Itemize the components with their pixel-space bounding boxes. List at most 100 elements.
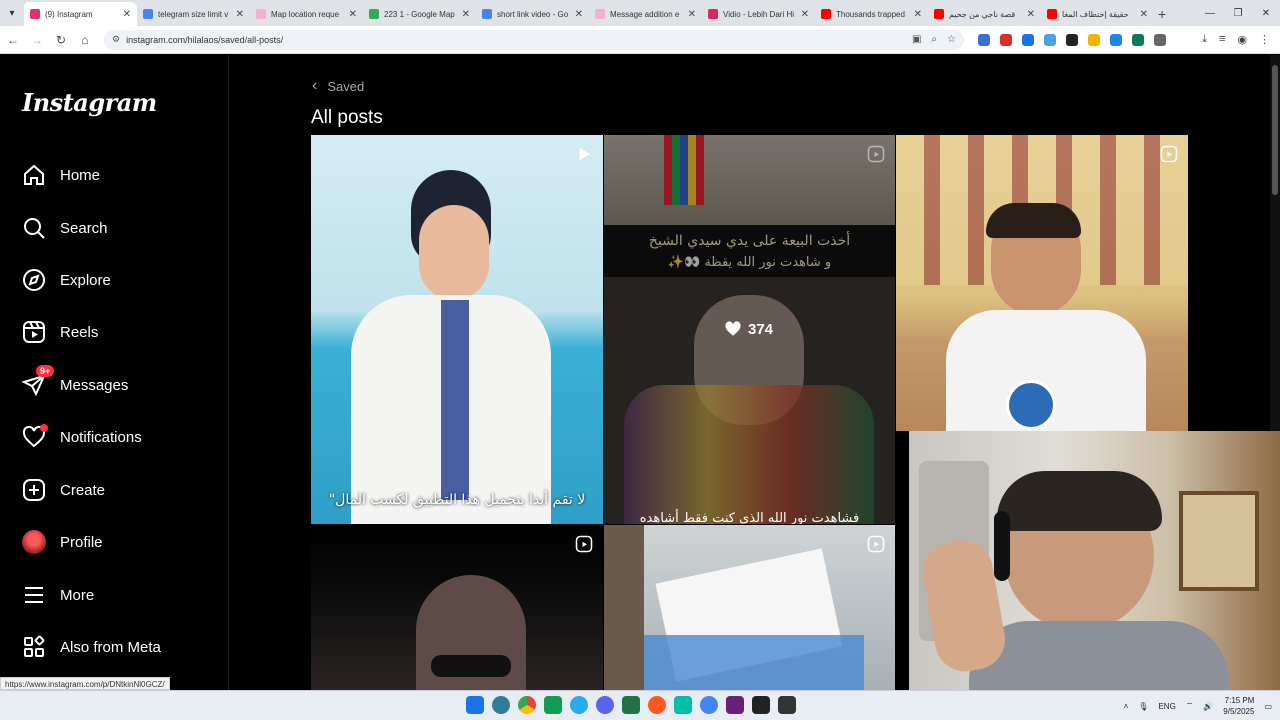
browser-tab[interactable]: Map location reque ✕ [250, 2, 363, 26]
chrome-icon[interactable] [518, 696, 536, 714]
tab-close-icon[interactable]: ✕ [349, 9, 357, 20]
new-tab-button[interactable]: + [1158, 2, 1166, 26]
browser-menu-icon[interactable]: ⋮ [1259, 33, 1270, 46]
restore-icon[interactable]: ❐ [1224, 0, 1252, 26]
browser-tab[interactable]: 223 1 - Google Map ✕ [363, 2, 476, 26]
post-tile-hovered[interactable]: أخذت البيعة على يدي سيدي الشيخ و شاهدت ن… [604, 135, 895, 524]
minimize-icon[interactable]: — [1196, 0, 1224, 26]
browser-tab[interactable]: حقيقة إختطاف المغا ✕ [1041, 2, 1154, 26]
post-tile[interactable] [311, 525, 603, 690]
media-icon[interactable]: ≡ [1219, 33, 1225, 46]
tab-close-icon[interactable]: ✕ [688, 9, 696, 20]
sidebar-item-create[interactable]: Create [22, 475, 105, 505]
extension-icon[interactable] [1132, 33, 1144, 46]
telegram-icon[interactable] [570, 696, 588, 714]
clock-time: 7:15 PM [1224, 696, 1255, 705]
notification-center-icon[interactable]: ▭ [1264, 702, 1272, 711]
reels-icon [867, 535, 885, 553]
download-icon[interactable]: ⤓ [1202, 33, 1207, 46]
post-desk [634, 635, 864, 690]
sidebar-item-label: More [60, 586, 95, 604]
excel-icon[interactable] [622, 696, 640, 714]
sidebar-item-home[interactable]: Home [22, 160, 100, 190]
tab-search-icon[interactable]: ▾ [0, 0, 24, 26]
instagram-logo[interactable]: Instagram [22, 88, 157, 117]
tab-close-icon[interactable]: ✕ [462, 9, 470, 20]
app-icon[interactable] [674, 696, 692, 714]
tab-title: Map location reque [271, 9, 340, 19]
browser-tab[interactable]: Thousands trapped ✕ [815, 2, 928, 26]
extensions-puzzle-icon[interactable] [1154, 33, 1166, 46]
browser-tab[interactable]: short link video - Go ✕ [476, 2, 589, 26]
scrollbar-thumb[interactable] [1272, 65, 1278, 195]
extensions-row [978, 33, 1166, 46]
tab-close-icon[interactable]: ✕ [1027, 9, 1035, 20]
sidebar-item-messages[interactable]: 9+ Messages [22, 365, 128, 400]
messages-badge: 9+ [36, 365, 55, 377]
volume-icon[interactable]: 🔊 [1203, 702, 1213, 711]
app-icon[interactable] [648, 696, 666, 714]
sidebar-item-reels[interactable]: Reels [22, 317, 98, 347]
discord-icon[interactable] [596, 696, 614, 714]
app-icon[interactable] [700, 696, 718, 714]
edge-icon[interactable] [492, 696, 510, 714]
extension-icon[interactable] [1044, 33, 1056, 46]
extension-icon[interactable] [1000, 33, 1012, 46]
mic-icon[interactable]: 🎙 [1138, 702, 1148, 711]
tab-close-icon[interactable]: ✕ [1140, 9, 1148, 20]
compass-icon [22, 268, 46, 292]
site-info-icon[interactable]: ⚙ [112, 34, 120, 45]
tray-chevron-icon[interactable]: ˄ [1124, 702, 1129, 711]
sidebar-item-profile[interactable]: Profile [22, 527, 103, 557]
sidebar-item-also-from-meta[interactable]: Also from Meta [22, 632, 161, 662]
extension-icon[interactable] [978, 33, 990, 46]
messages-icon: 9+ [22, 365, 55, 397]
tab-close-icon[interactable]: ✕ [575, 9, 583, 20]
zoom-icon[interactable]: ⌕ [931, 34, 937, 45]
clock[interactable]: 7:15 PM 9/5/2025 [1223, 695, 1254, 717]
post-figure-glasses [431, 655, 511, 677]
tab-close-icon[interactable]: ✕ [801, 9, 809, 20]
post-caption: لا تقم أبدا بتحميل هذا التطبيق لكسب الما… [328, 492, 586, 508]
post-tile[interactable]: لا تقم أبدا بتحميل هذا التطبيق لكسب الما… [311, 135, 603, 524]
forward-icon[interactable]: → [26, 29, 48, 51]
browser-tab[interactable]: Message addition e ✕ [589, 2, 702, 26]
tab-close-icon[interactable]: ✕ [123, 9, 131, 20]
browser-tab[interactable]: telegram size limit v ✕ [137, 2, 250, 26]
terminal-icon[interactable] [778, 696, 796, 714]
reels-icon [22, 320, 46, 344]
webcam-frame [1179, 491, 1259, 591]
reload-icon[interactable]: ↻ [50, 29, 72, 51]
bookmark-star-icon[interactable]: ☆ [947, 34, 956, 45]
extension-icon[interactable] [1022, 33, 1034, 46]
browser-tab[interactable]: قصة ناجي من جحيم ✕ [928, 2, 1041, 26]
tab-close-icon[interactable]: ✕ [914, 9, 922, 20]
sidebar-item-explore[interactable]: Explore [22, 265, 111, 295]
wifi-icon[interactable]: ⌔ [1186, 701, 1194, 711]
tab-close-icon[interactable]: ✕ [236, 9, 244, 20]
install-icon[interactable]: ▣ [912, 34, 921, 45]
app-icon[interactable] [544, 696, 562, 714]
sidebar-item-more[interactable]: More [22, 580, 94, 610]
post-tile[interactable] [896, 135, 1188, 431]
sidebar-item-search[interactable]: Search [22, 213, 108, 243]
chevron-left-icon: ‹ [312, 77, 318, 94]
extension-icon[interactable] [1066, 33, 1078, 46]
sidebar-item-notifications[interactable]: Notifications [22, 422, 142, 452]
post-tile[interactable] [604, 525, 895, 690]
profile-icon[interactable]: ◉ [1237, 33, 1247, 46]
extension-icon[interactable] [1088, 33, 1100, 46]
browser-tab[interactable]: Vidio - Lebih Dari Hi ✕ [702, 2, 815, 26]
back-icon[interactable]: ← [2, 29, 24, 51]
language-indicator[interactable]: ENG [1158, 702, 1175, 711]
start-icon[interactable] [466, 696, 484, 714]
app-icon[interactable] [752, 696, 770, 714]
url-input[interactable]: ⚙ instagram.com/hilalaos/saved/all-posts… [104, 29, 964, 50]
extension-icon[interactable] [1110, 33, 1122, 46]
back-label: Saved [327, 78, 365, 94]
back-to-saved-link[interactable]: ‹ Saved [312, 77, 364, 95]
browser-tab[interactable]: (9) Instagram ✕ [24, 2, 137, 26]
home-browser-icon[interactable]: ⌂ [74, 29, 96, 51]
close-window-icon[interactable]: ✕ [1252, 0, 1280, 26]
visual-studio-icon[interactable] [726, 696, 744, 714]
